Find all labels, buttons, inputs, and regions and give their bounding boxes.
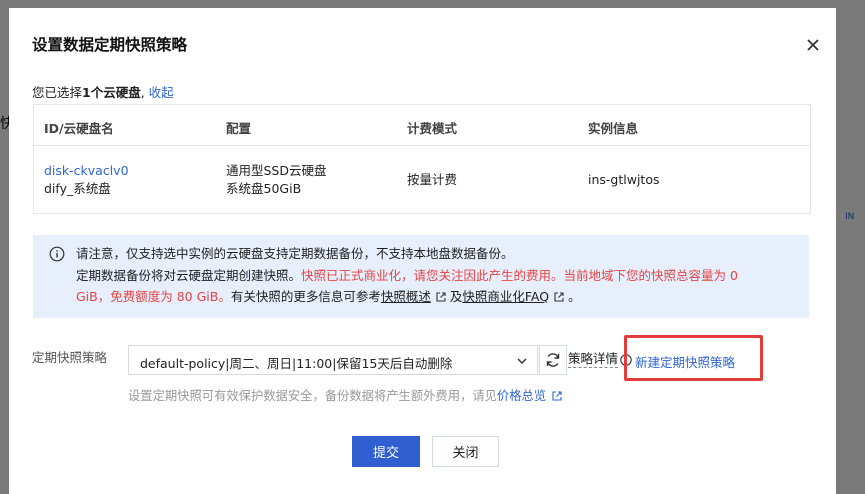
chevron-down-icon xyxy=(517,358,527,365)
refresh-icon xyxy=(546,353,560,367)
policy-detail-link[interactable]: 策略详情 xyxy=(568,351,619,368)
selection-summary: 您已选择1个云硬盘, 收起 xyxy=(32,82,174,101)
column-header-instance: 实例信息 xyxy=(588,121,639,136)
column-header-id: ID/云硬盘名 xyxy=(44,121,114,136)
notice-end: 。 xyxy=(568,289,581,304)
notice-and-text: 及 xyxy=(449,289,463,304)
selection-prefix: 您已选择 xyxy=(32,85,83,100)
config-type: 通用型SSD云硬盘 xyxy=(226,163,327,178)
column-header-billing: 计费模式 xyxy=(407,121,458,136)
column-header-config: 配置 xyxy=(226,121,252,136)
notice-warning-text: 快照已正式商业化，请您关注因此产生的费用。当前地域下您的快照总容量为 0 xyxy=(301,267,738,283)
notice-normal-text: 定期数据备份将对云硬盘定期创建快照。 xyxy=(76,267,302,283)
notice-text: 请注意，仅支持选中实例的云硬盘支持定期数据备份，不支持本地盘数据备份。 定期数据… xyxy=(76,243,796,308)
external-link-icon[interactable] xyxy=(554,292,564,302)
policy-select-value: default-policy|周二、周日|11:00|保留15天后自动删除 xyxy=(140,356,453,371)
instance-link[interactable]: ins-gtlwjtos xyxy=(588,171,659,189)
close-icon[interactable] xyxy=(806,38,820,52)
table-header: ID/云硬盘名 配置 计费模式 实例信息 xyxy=(34,105,810,146)
notice-normal-text-2: 有关快照的更多信息可参考 xyxy=(230,289,381,304)
disk-table: ID/云硬盘名 配置 计费模式 实例信息 disk-ckvaclv0 dify_… xyxy=(33,104,811,214)
submit-button[interactable]: 提交 xyxy=(352,436,420,467)
notice-line-3: GiB，免费额度为 80 GiB。有关快照的更多信息可参考快照概述 及快照商业化F… xyxy=(76,286,796,308)
refresh-button[interactable] xyxy=(539,345,567,375)
billing-cell: 按量计费 xyxy=(407,172,458,187)
snapshot-overview-link[interactable]: 快照概述 xyxy=(381,289,431,304)
highlight-box xyxy=(624,335,763,381)
external-link-icon[interactable] xyxy=(436,292,446,302)
close-button[interactable]: 关闭 xyxy=(432,436,499,467)
policy-hint: 设置定期快照可有效保护数据安全，备份数据将产生额外费用，请见价格总览 xyxy=(128,386,566,404)
policy-select[interactable]: default-policy|周二、周日|11:00|保留15天后自动删除 xyxy=(128,345,538,375)
disk-id-cell: disk-ckvaclv0 dify_系统盘 xyxy=(44,162,129,198)
selection-separator: , xyxy=(140,85,149,100)
disk-name: dify_系统盘 xyxy=(44,181,111,196)
selection-count: 1个云硬盘 xyxy=(82,85,141,100)
disk-id-link[interactable]: disk-ckvaclv0 xyxy=(44,162,129,180)
notice-line-2: 定期数据备份将对云硬盘定期创建快照。快照已正式商业化，请您关注因此产生的费用。当… xyxy=(76,265,796,287)
price-overview-link[interactable]: 价格总览 xyxy=(497,389,546,403)
notice-line-1: 请注意，仅支持选中实例的云硬盘支持定期数据备份，不支持本地盘数据备份。 xyxy=(76,246,514,261)
policy-hint-text: 设置定期快照可有效保护数据安全，备份数据将产生额外费用，请见 xyxy=(128,389,497,403)
notice-warning-text-2: GiB，免费额度为 80 GiB。 xyxy=(76,289,231,304)
snapshot-faq-link[interactable]: 快照商业化FAQ xyxy=(462,289,549,304)
snapshot-policy-dialog: 设置数据定期快照策略 您已选择1个云硬盘, 收起 ID/云硬盘名 配置 计费模式… xyxy=(9,8,836,494)
config-size: 系统盘50GiB xyxy=(226,181,302,196)
notice-banner: 请注意，仅支持选中实例的云硬盘支持定期数据备份，不支持本地盘数据备份。 定期数据… xyxy=(33,235,809,318)
collapse-link[interactable]: 收起 xyxy=(149,85,174,100)
dialog-title: 设置数据定期快照策略 xyxy=(32,36,188,54)
info-icon xyxy=(49,246,65,262)
policy-label: 定期快照策略 xyxy=(32,350,108,365)
external-link-icon[interactable] xyxy=(552,391,562,401)
config-cell: 通用型SSD云硬盘 系统盘50GiB xyxy=(226,162,327,198)
